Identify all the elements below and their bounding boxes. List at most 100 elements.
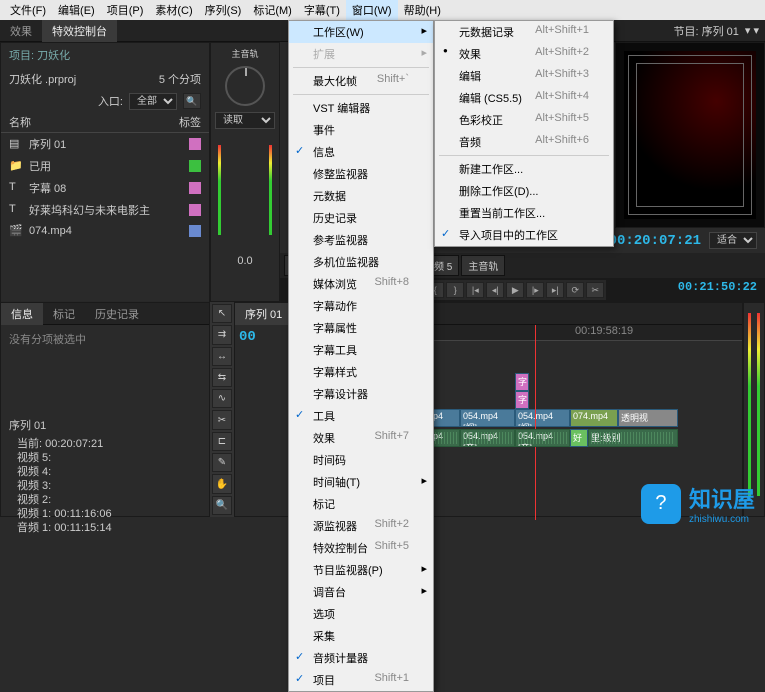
menu-item[interactable]: 时间码 xyxy=(289,449,433,471)
menu-item[interactable]: 删除工作区(D)... xyxy=(435,180,613,202)
menu-item[interactable]: 字幕工具 xyxy=(289,339,433,361)
col-tag[interactable]: 标签 xyxy=(179,114,201,130)
menu-0[interactable]: 文件(F) xyxy=(4,0,52,20)
razor-tool-icon[interactable]: ✂ xyxy=(212,410,232,429)
video-clip[interactable]: 054.mp4 [视] xyxy=(460,409,515,427)
slip-tool-icon[interactable]: ⊏ xyxy=(212,432,232,451)
info-tab[interactable]: 历史记录 xyxy=(85,303,149,325)
project-item[interactable]: T字幕 08 xyxy=(1,177,209,199)
project-item[interactable]: 🎬074.mp4 xyxy=(1,221,209,241)
step-fwd-icon[interactable]: |▸ xyxy=(526,282,544,298)
zoom-tool-icon[interactable]: 🔍 xyxy=(212,496,232,515)
tab-effects[interactable]: 效果 xyxy=(0,20,42,42)
menu-item[interactable]: 修整监视器 xyxy=(289,163,433,185)
menu-item[interactable]: 音频计量器 xyxy=(289,647,433,669)
loop-icon[interactable]: ⟳ xyxy=(566,282,584,298)
menu-5[interactable]: 标记(M) xyxy=(247,0,298,20)
menu-item[interactable]: 工作区(W) xyxy=(289,21,433,43)
info-tab[interactable]: 信息 xyxy=(1,303,43,325)
program-timecode[interactable]: 00:20:07:21 xyxy=(609,233,701,249)
menu-item[interactable]: 节目监视器(P) xyxy=(289,559,433,581)
step-back-icon[interactable]: ◂| xyxy=(486,282,504,298)
menu-4[interactable]: 序列(S) xyxy=(199,0,248,20)
pen-tool-icon[interactable]: ✎ xyxy=(212,453,232,472)
menu-item[interactable]: 多机位监视器 xyxy=(289,251,433,273)
marker-clip[interactable]: 字 xyxy=(515,391,529,409)
audio-clip[interactable]: 054.mp4 [音] xyxy=(515,429,570,447)
menu-2[interactable]: 项目(P) xyxy=(101,0,150,20)
menu-item[interactable]: 时间轴(T) xyxy=(289,471,433,493)
menu-item[interactable]: 事件 xyxy=(289,119,433,141)
menu-item[interactable]: 参考监视器 xyxy=(289,229,433,251)
menu-item[interactable]: 标记 xyxy=(289,493,433,515)
goto-out-icon[interactable]: ▸| xyxy=(546,282,564,298)
menu-item[interactable]: 音频Alt+Shift+6 xyxy=(435,131,613,153)
menu-3[interactable]: 素材(C) xyxy=(149,0,198,20)
project-item[interactable]: ▤序列 01 xyxy=(1,133,209,155)
video-clip[interactable]: 透明视 xyxy=(618,409,678,427)
menu-item[interactable]: VST 编辑器 xyxy=(289,97,433,119)
video-clip[interactable]: 074.mp4 xyxy=(570,409,618,427)
menu-item[interactable]: 字幕设计器 xyxy=(289,383,433,405)
timeline-tc[interactable]: 00 xyxy=(239,329,256,345)
menu-7[interactable]: 窗口(W) xyxy=(346,0,398,20)
marker-clip[interactable]: 字 xyxy=(515,373,529,391)
menu-6[interactable]: 字幕(T) xyxy=(298,0,346,20)
menu-item[interactable]: 特效控制台Shift+5 xyxy=(289,537,433,559)
menu-1[interactable]: 编辑(E) xyxy=(52,0,101,20)
menu-item[interactable]: 字幕动作 xyxy=(289,295,433,317)
menu-8[interactable]: 帮助(H) xyxy=(398,0,447,20)
play-icon[interactable]: ▶ xyxy=(506,282,524,298)
menu-item[interactable]: 色彩校正Alt+Shift+5 xyxy=(435,109,613,131)
read-mode[interactable]: 读取 xyxy=(215,112,275,129)
project-item[interactable]: T好莱坞科幻与未来电影主 xyxy=(1,199,209,221)
tab-effect-controls[interactable]: 特效控制台 xyxy=(42,20,117,42)
menu-item[interactable]: 编辑 (CS5.5)Alt+Shift+4 xyxy=(435,87,613,109)
menu-item[interactable]: 选项 xyxy=(289,603,433,625)
pan-knob[interactable] xyxy=(225,66,265,106)
menu-item[interactable]: 编辑Alt+Shift+3 xyxy=(435,65,613,87)
menu-item[interactable]: 重置当前工作区... xyxy=(435,202,613,224)
timeline-tab[interactable]: 序列 01 xyxy=(235,303,292,325)
menu-item[interactable]: 媒体浏览Shift+8 xyxy=(289,273,433,295)
goto-in-icon[interactable]: |◂ xyxy=(466,282,484,298)
menu-item[interactable]: 源监视器Shift+2 xyxy=(289,515,433,537)
mixer-track[interactable]: 主音轨 xyxy=(461,255,505,276)
menu-item[interactable]: 效果Shift+7 xyxy=(289,427,433,449)
entry-select[interactable]: 全部 xyxy=(129,93,177,110)
menu-item[interactable]: 工具 xyxy=(289,405,433,427)
menu-item[interactable]: 扩展 xyxy=(289,43,433,65)
audio-clip[interactable]: 里:级别 xyxy=(588,429,678,447)
video-clip[interactable]: 054.mp4 [视] xyxy=(515,409,570,427)
mark-out-icon[interactable]: } xyxy=(446,282,464,298)
menu-item[interactable]: 项目Shift+1 xyxy=(289,669,433,691)
col-name[interactable]: 名称 xyxy=(9,114,31,130)
menu-item[interactable]: 导入项目中的工作区 xyxy=(435,224,613,246)
zoom-fit[interactable]: 适合 xyxy=(709,232,757,249)
audio-clip[interactable]: 054.mp4 [音] xyxy=(460,429,515,447)
search-icon[interactable]: 🔍 xyxy=(183,93,201,109)
menu-item[interactable]: 元数据记录Alt+Shift+1 xyxy=(435,21,613,43)
menu-item[interactable]: 信息 xyxy=(289,141,433,163)
menu-item[interactable]: 采集 xyxy=(289,625,433,647)
menu-item[interactable]: 效果Alt+Shift+2 xyxy=(435,43,613,65)
menu-item[interactable]: 新建工作区... xyxy=(435,158,613,180)
ripple-tool-icon[interactable]: ↔ xyxy=(212,347,232,366)
menu-item[interactable]: 元数据 xyxy=(289,185,433,207)
track-select-tool-icon[interactable]: ⇉ xyxy=(212,325,232,344)
rolling-tool-icon[interactable]: ⇆ xyxy=(212,368,232,387)
info-tab[interactable]: 标记 xyxy=(43,303,85,325)
program-dropdown[interactable]: 节目: 序列 01 xyxy=(673,23,738,39)
hand-tool-icon[interactable]: ✋ xyxy=(212,474,232,493)
project-item[interactable]: 📁已用 xyxy=(1,155,209,177)
menu-item[interactable]: 最大化帧Shift+` xyxy=(289,70,433,92)
menu-item[interactable]: 调音台 xyxy=(289,581,433,603)
menu-item[interactable]: 字幕属性 xyxy=(289,317,433,339)
rate-tool-icon[interactable]: ∿ xyxy=(212,389,232,408)
src-tc-right[interactable]: 00:21:50:22 xyxy=(678,280,757,300)
program-monitor[interactable] xyxy=(615,42,765,228)
playhead[interactable] xyxy=(535,325,536,520)
export-frame-icon[interactable]: ✂ xyxy=(586,282,604,298)
menu-item[interactable]: 历史记录 xyxy=(289,207,433,229)
audio-clip[interactable]: 好 xyxy=(570,429,588,447)
